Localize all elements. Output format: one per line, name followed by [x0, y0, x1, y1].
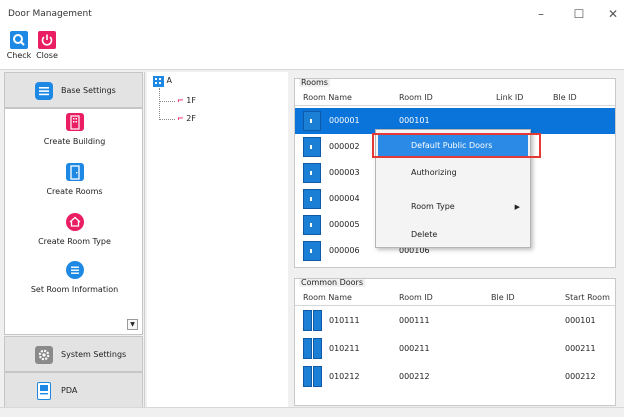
- room-name-cell: 000005: [329, 220, 360, 229]
- title-bar: Door Management – ☐ ✕: [0, 0, 624, 28]
- system-settings-header[interactable]: System Settings: [4, 336, 143, 372]
- sidebar: Base Settings Create Building Create Roo…: [2, 72, 145, 408]
- tree-root-label: A: [166, 76, 173, 85]
- room-door-icon: [303, 189, 321, 209]
- create-room-type-label: Create Room Type: [38, 237, 111, 246]
- pda-header[interactable]: PDA: [4, 372, 143, 408]
- tree-node-floor-1f[interactable]: ⌐ 1F: [177, 96, 196, 105]
- room-door-icon: [303, 163, 321, 183]
- col-link-id[interactable]: Link ID: [496, 93, 523, 102]
- rooms-group-title: Rooms: [299, 78, 330, 87]
- create-room-type-item[interactable]: Create Room Type: [5, 213, 144, 246]
- double-door-icon: [303, 310, 323, 331]
- create-building-label: Create Building: [43, 137, 106, 146]
- double-door-icon: [303, 366, 323, 387]
- menu-item-authorizing[interactable]: Authorizing: [378, 162, 528, 184]
- room-door-icon: [303, 111, 321, 131]
- building-tree: A ⌐ 1F ⌐ 2F: [147, 72, 288, 407]
- door-name-cell: 010111: [329, 316, 360, 325]
- list-icon: [65, 261, 84, 279]
- room-door-icon: [303, 137, 321, 157]
- submenu-arrow-icon: ▶: [514, 203, 520, 211]
- door-id-cell: 000211: [399, 344, 430, 353]
- table-row[interactable]: 010211 000211 000211: [295, 336, 615, 362]
- double-door-icon: [303, 338, 323, 359]
- start-room-cell: 000101: [565, 316, 596, 325]
- house-icon: [65, 213, 84, 231]
- col-room-name[interactable]: Room Name: [303, 293, 352, 302]
- close-button[interactable]: Close: [34, 31, 60, 60]
- maximize-button[interactable]: ☐: [565, 5, 593, 23]
- start-room-cell: 000211: [565, 344, 596, 353]
- room-id-cell: 000101: [399, 116, 430, 125]
- toolbar: Check Close: [0, 28, 624, 70]
- base-settings-panel: Create Building Create Rooms Create Room…: [4, 108, 143, 335]
- create-rooms-item[interactable]: Create Rooms: [5, 163, 144, 196]
- gear-icon: [35, 346, 53, 364]
- base-settings-label: Base Settings: [61, 86, 116, 95]
- door-name-cell: 010211: [329, 344, 360, 353]
- menu-item-delete[interactable]: Delete: [378, 224, 528, 246]
- col-room-id[interactable]: Room ID: [399, 93, 433, 102]
- power-icon: [38, 31, 56, 49]
- col-ble-id[interactable]: Ble ID: [491, 293, 515, 302]
- room-name-cell: 000001: [329, 116, 360, 125]
- room-name-cell: 000002: [329, 142, 360, 151]
- create-building-item[interactable]: Create Building: [5, 113, 144, 146]
- col-start-room[interactable]: Start Room: [565, 293, 610, 302]
- pda-label: PDA: [61, 386, 78, 395]
- col-room-name[interactable]: Room Name: [303, 93, 352, 102]
- check-button[interactable]: Check: [6, 31, 32, 60]
- create-rooms-label: Create Rooms: [46, 187, 103, 196]
- col-ble-id[interactable]: Ble ID: [553, 93, 577, 102]
- common-doors-group: Common Doors Room Name Room ID Ble ID St…: [294, 278, 616, 406]
- common-doors-table-header: Room Name Room ID Ble ID Start Room: [295, 290, 615, 306]
- set-room-information-label: Set Room Information: [30, 285, 119, 294]
- door-id-cell: 000212: [399, 372, 430, 381]
- room-name-cell: 000004: [329, 194, 360, 203]
- list-icon: [35, 82, 53, 100]
- building-icon: [65, 113, 84, 131]
- menu-item-room-type[interactable]: Room Type ▶: [378, 196, 528, 218]
- minimize-button[interactable]: –: [527, 5, 555, 23]
- close-window-button[interactable]: ✕: [599, 5, 624, 23]
- window-title: Door Management: [8, 9, 92, 19]
- system-settings-label: System Settings: [61, 350, 127, 359]
- highlight-annotation-box: [372, 133, 541, 158]
- door-icon: [65, 163, 84, 181]
- stairs-icon: ⌐: [177, 114, 184, 123]
- room-name-cell: 000003: [329, 168, 360, 177]
- door-id-cell: 000111: [399, 316, 430, 325]
- table-row[interactable]: 010111 000111 000101: [295, 308, 615, 334]
- status-bar: [0, 407, 624, 417]
- floor-1f-label: 1F: [186, 96, 196, 105]
- base-settings-header[interactable]: Base Settings: [4, 72, 143, 108]
- door-name-cell: 010212: [329, 372, 360, 381]
- start-room-cell: 000212: [565, 372, 596, 381]
- building-icon: [153, 76, 164, 87]
- check-label: Check: [6, 51, 32, 60]
- scroll-down-button[interactable]: ▼: [127, 319, 138, 330]
- common-doors-group-title: Common Doors: [299, 278, 365, 287]
- room-door-icon: [303, 215, 321, 235]
- tree-node-building[interactable]: A: [153, 76, 172, 87]
- rooms-table-header: Room Name Room ID Link ID Ble ID: [295, 90, 615, 106]
- room-name-cell: 000006: [329, 246, 360, 255]
- close-label: Close: [36, 51, 58, 60]
- search-icon: [10, 31, 28, 49]
- room-type-label: Room Type: [411, 202, 455, 211]
- room-door-icon: [303, 241, 321, 261]
- stairs-icon: ⌐: [177, 96, 184, 105]
- table-row[interactable]: 010212 000212 000212: [295, 364, 615, 390]
- pda-device-icon: [37, 382, 51, 400]
- floor-2f-label: 2F: [186, 114, 196, 123]
- set-room-information-item[interactable]: Set Room Information: [5, 261, 144, 294]
- tree-node-floor-2f[interactable]: ⌐ 2F: [177, 114, 196, 123]
- col-room-id[interactable]: Room ID: [399, 293, 433, 302]
